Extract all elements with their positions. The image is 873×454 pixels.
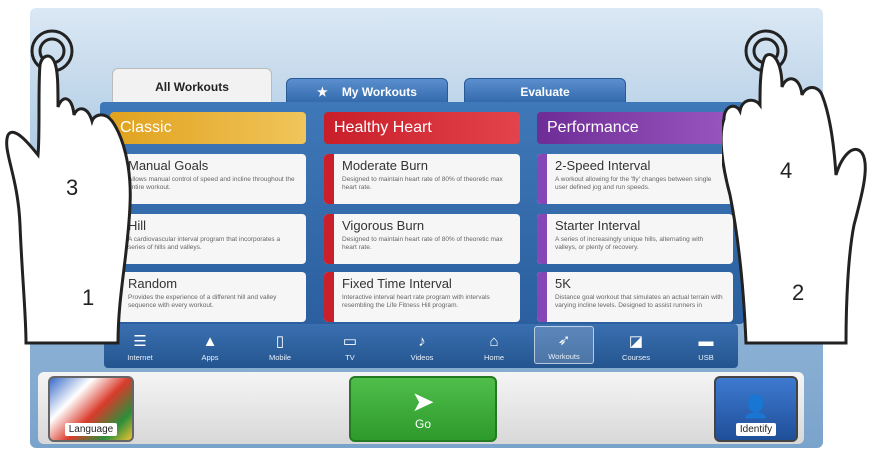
nav-mobile[interactable]: ▯ Mobile <box>250 326 310 364</box>
person-icon: 👤 <box>742 394 770 419</box>
mobile-icon: ▯ <box>275 333 285 350</box>
workout-title: Fixed Time Interval <box>342 276 452 291</box>
workout-description: Designed to maintain heart rate of 80% o… <box>342 176 503 191</box>
nav-courses[interactable]: ◪ Courses <box>606 326 666 364</box>
nav-label: Courses <box>622 353 650 362</box>
workout-card-5k[interactable]: 5K Distance goal workout that simulates … <box>537 272 733 322</box>
workout-title: Hill <box>128 218 147 233</box>
category-healthy-heart[interactable]: Healthy Heart <box>324 112 520 144</box>
workout-card-fixed-time-interval[interactable]: Fixed Time Interval Interactive interval… <box>324 272 520 322</box>
card-stripe <box>537 154 547 204</box>
tab-label: All Workouts <box>155 79 229 94</box>
gesture-number-1: 1 <box>82 285 95 310</box>
workout-description: Designed to maintain heart rate of 80% o… <box>342 236 503 251</box>
category-label: Performance <box>547 119 639 136</box>
usb-icon: ▬ <box>698 333 714 350</box>
category-performance[interactable]: Performance <box>537 112 733 144</box>
nav-videos[interactable]: ♪ Videos <box>392 326 452 364</box>
nav-label: USB <box>698 353 714 362</box>
nav-label: Apps <box>201 353 219 362</box>
nav-tv[interactable]: ▭ TV <box>320 326 380 364</box>
nav-label: Videos <box>410 353 434 362</box>
workout-description: A series of increasingly unique hills, a… <box>555 236 704 251</box>
workout-title: 2-Speed Interval <box>555 158 651 173</box>
star-icon: ★ <box>317 85 328 99</box>
tab-label: Evaluate <box>520 85 570 99</box>
apps-icon: ▲ <box>202 333 218 350</box>
card-stripe <box>324 154 334 204</box>
identify-button[interactable]: 👤 Identify <box>714 376 798 442</box>
workout-description: A workout allowing for the 'fly' changes… <box>555 176 712 191</box>
workout-card-moderate-burn[interactable]: Moderate Burn Designed to maintain heart… <box>324 154 520 204</box>
home-icon: ⌂ <box>489 333 499 350</box>
workouts-icon: ➶ <box>557 332 571 349</box>
gesture-number-2: 2 <box>792 280 805 305</box>
nav-label: Workouts <box>548 352 580 361</box>
identify-label: Identify <box>735 423 777 436</box>
category-label: Healthy Heart <box>334 119 432 136</box>
tab-label: My Workouts <box>341 85 417 99</box>
workout-description: Interactive interval heart rate program … <box>342 294 490 309</box>
workout-title: Random <box>128 276 178 291</box>
workout-card-vigorous-burn[interactable]: Vigorous Burn Designed to maintain heart… <box>324 214 520 264</box>
card-stripe <box>537 214 547 264</box>
workout-card-starter-interval[interactable]: Starter Interval A series of increasingl… <box>537 214 733 264</box>
nav-label: Mobile <box>268 353 292 362</box>
language-label: Language <box>64 423 118 436</box>
workout-title: 5K <box>555 276 571 291</box>
card-stripe <box>537 272 547 322</box>
workout-title: Starter Interval <box>555 218 641 233</box>
workout-card-2-speed-interval[interactable]: 2-Speed Interval A workout allowing for … <box>537 154 733 204</box>
card-stripe <box>324 272 334 322</box>
courses-icon: ◪ <box>628 333 644 350</box>
card-stripe <box>324 214 334 264</box>
play-arrow-icon: ➤ <box>411 386 435 417</box>
workout-description: Allows manual control of speed and incli… <box>128 176 295 191</box>
workout-description: Distance goal workout that simulates an … <box>555 294 723 309</box>
gesture-number-4: 4 <box>780 158 793 183</box>
workout-description: Provides the experience of a different h… <box>128 294 277 309</box>
go-label: Go <box>414 417 431 431</box>
go-button[interactable]: ➤ Go <box>349 376 497 442</box>
videos-icon: ♪ <box>418 333 426 350</box>
workout-description: A cardiovascular interval program that i… <box>128 236 281 251</box>
nav-label: Home <box>483 353 504 362</box>
workout-title: Manual Goals <box>128 158 209 173</box>
nav-workouts[interactable]: ➶ Workouts <box>534 326 594 364</box>
language-button[interactable]: Language <box>48 376 134 442</box>
workout-title: Moderate Burn <box>342 158 428 173</box>
nav-home[interactable]: ⌂ Home <box>464 326 524 364</box>
gesture-number-3: 3 <box>66 175 79 200</box>
workout-title: Vigorous Burn <box>342 218 425 233</box>
nav-label: TV <box>345 353 355 362</box>
tv-icon: ▭ <box>342 333 358 350</box>
nav-apps[interactable]: ▲ Apps <box>180 326 240 364</box>
